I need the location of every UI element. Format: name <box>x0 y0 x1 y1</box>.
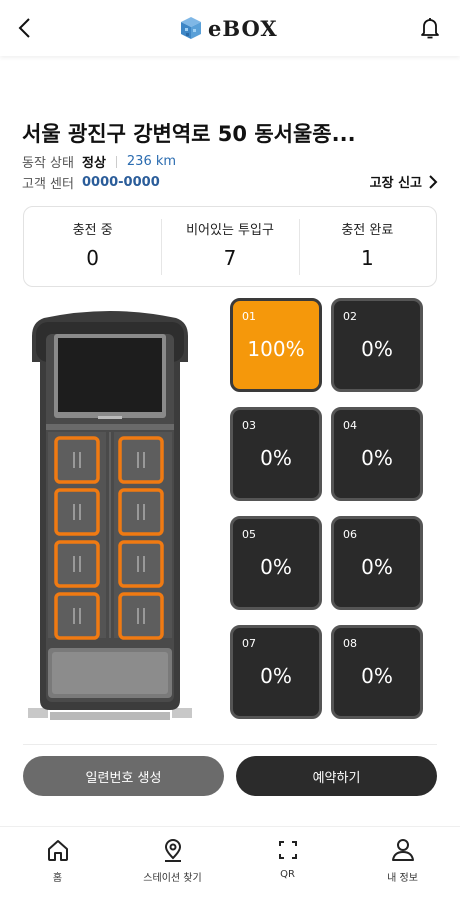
slot-05[interactable]: 05 0% <box>230 516 322 610</box>
distance: 236 km <box>126 154 177 169</box>
cube-logo-icon <box>181 17 201 39</box>
slot-number: 03 <box>242 419 256 432</box>
slot-03[interactable]: 03 0% <box>230 407 322 501</box>
station-title: 서울 광진구 강변역로 50 동서울종... <box>22 122 356 146</box>
divider <box>115 155 117 168</box>
status-label: 동작 상태 <box>22 156 74 171</box>
stat-label: 충전 완료 <box>341 223 394 238</box>
slot-charge-percent: 0% <box>361 664 393 688</box>
home-icon <box>47 840 68 861</box>
slot-07[interactable]: 07 0% <box>230 625 322 719</box>
slot-number: 08 <box>343 637 357 650</box>
user-icon <box>391 839 414 861</box>
stat-value: 1 <box>360 246 374 270</box>
back-icon[interactable] <box>12 14 40 42</box>
slot-number: 07 <box>242 637 256 650</box>
charging-station-image <box>28 311 192 720</box>
slot-06[interactable]: 06 0% <box>331 516 423 610</box>
slot-number: 01 <box>242 310 256 323</box>
slot-charge-percent: 0% <box>361 446 393 470</box>
ebox-logo: eBOX <box>178 12 278 44</box>
stats-card: 충전 중 0 비어있는 투입구 7 충전 완료 1 <box>23 206 437 287</box>
reserve-button[interactable]: 예약하기 <box>236 756 437 796</box>
tab-label: 홈 <box>52 873 63 884</box>
location-pin-icon <box>164 839 181 862</box>
slot-charge-percent: 0% <box>361 337 393 361</box>
tab-my-info[interactable]: 내 정보 <box>345 827 460 900</box>
stat-value: 7 <box>223 246 237 270</box>
divider <box>23 744 437 745</box>
tab-label: QR <box>280 869 295 880</box>
stat-charged: 충전 완료 1 <box>298 207 436 286</box>
stat-label: 충전 중 <box>72 223 113 238</box>
app-header: eBOX <box>0 0 460 56</box>
generate-serial-button[interactable]: 일련번호 생성 <box>23 756 224 796</box>
slot-08[interactable]: 08 0% <box>331 625 423 719</box>
support-line: 고객 센터 0000-0000 <box>22 173 160 192</box>
slot-01[interactable]: 01 100% <box>230 298 322 392</box>
bell-icon[interactable] <box>416 14 444 42</box>
slot-number: 04 <box>343 419 357 432</box>
support-label: 고객 센터 <box>22 177 74 192</box>
status-line: 동작 상태 정상 236 km <box>22 152 176 171</box>
slot-charge-percent: 0% <box>260 664 292 688</box>
slot-charge-percent: 100% <box>247 337 305 361</box>
report-label: 고장 신고 <box>369 176 422 191</box>
tab-label: 내 정보 <box>387 873 418 884</box>
stat-value: 0 <box>86 246 100 270</box>
tab-home[interactable]: 홈 <box>0 827 115 900</box>
bottom-tab-bar: 홈 스테이션 찾기 QR 내 정보 <box>0 826 460 900</box>
tab-find-station[interactable]: 스테이션 찾기 <box>115 827 230 900</box>
slot-charge-percent: 0% <box>260 446 292 470</box>
slot-number: 02 <box>343 310 357 323</box>
slot-number: 06 <box>343 528 357 541</box>
support-phone-link[interactable]: 0000-0000 <box>82 175 160 190</box>
stat-label: 비어있는 투입구 <box>186 223 274 238</box>
stat-charging: 충전 중 0 <box>24 207 161 286</box>
slot-charge-percent: 0% <box>260 555 292 579</box>
slot-02[interactable]: 02 0% <box>331 298 423 392</box>
tab-qr[interactable]: QR <box>230 827 345 900</box>
qr-scan-icon <box>278 841 297 859</box>
logo-text: eBOX <box>208 15 278 41</box>
tab-label: 스테이션 찾기 <box>143 873 202 884</box>
status-value: 정상 <box>81 156 106 171</box>
report-fault-link[interactable]: 고장 신고 <box>370 172 438 191</box>
slot-charge-percent: 0% <box>361 555 393 579</box>
chevron-right-icon <box>429 174 438 189</box>
slot-number: 05 <box>242 528 256 541</box>
slot-04[interactable]: 04 0% <box>331 407 423 501</box>
stat-empty-slots: 비어있는 투입구 7 <box>161 207 298 286</box>
